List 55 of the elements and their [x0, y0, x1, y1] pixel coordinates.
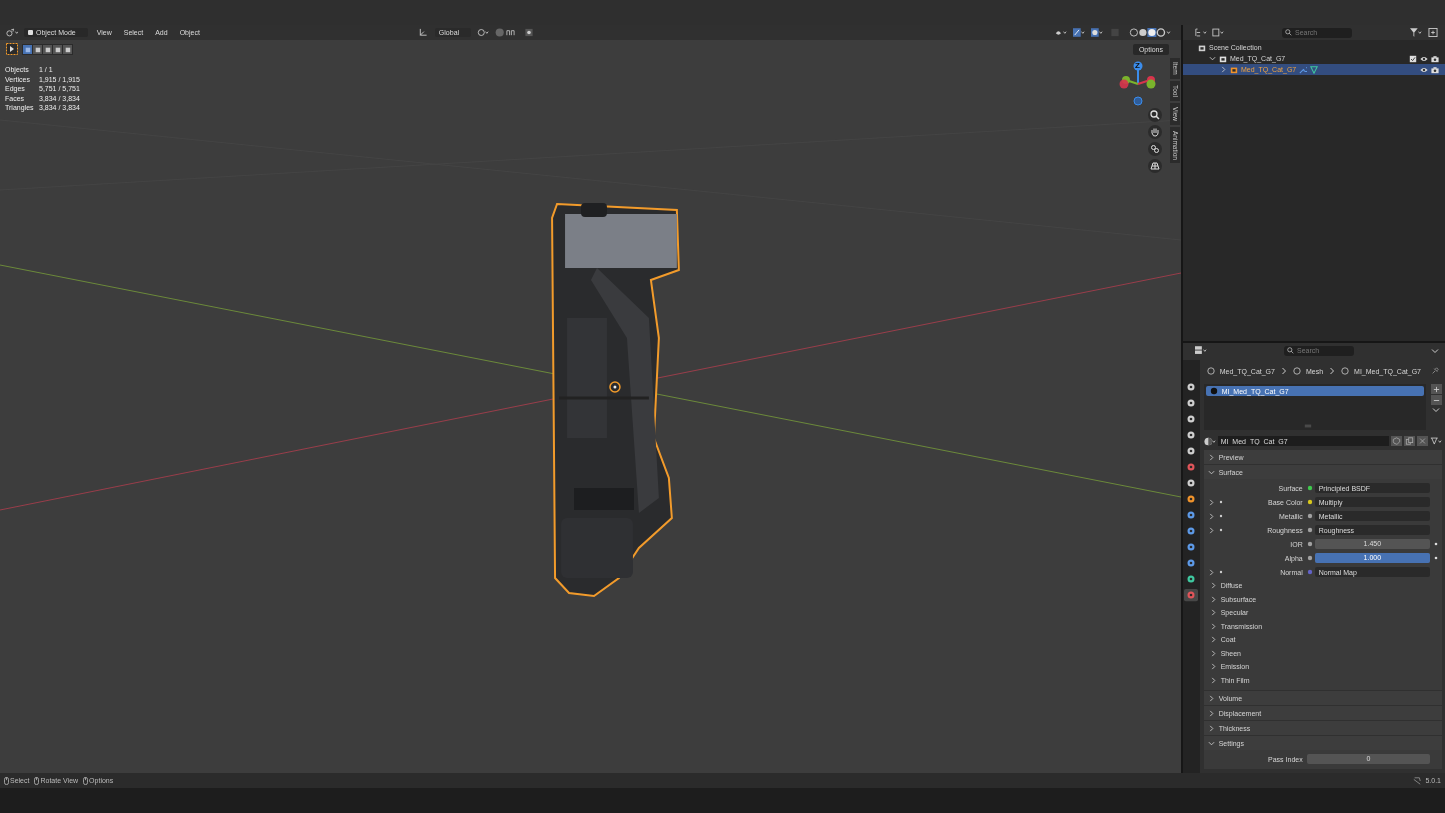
node-link-icon[interactable] — [1430, 436, 1442, 446]
axis-gizmo-drawing[interactable] — [1118, 60, 1158, 108]
filter-view-icon[interactable] — [1212, 28, 1224, 37]
object-origin-icon — [609, 381, 621, 393]
checkbox-icon[interactable] — [1409, 54, 1417, 63]
zoom-icon[interactable] — [1148, 108, 1162, 122]
data-block-icon — [1341, 367, 1350, 375]
grid-icon[interactable] — [1148, 159, 1162, 173]
pivot-icon[interactable] — [477, 28, 490, 37]
data-block-icon — [1292, 367, 1301, 375]
editor-type-icon[interactable] — [1195, 346, 1207, 355]
data-block-icon — [1206, 367, 1215, 375]
pin-icon[interactable] — [1431, 367, 1439, 375]
new-collection-icon[interactable] — [1427, 28, 1439, 37]
dropdown-caret-icon[interactable] — [1431, 346, 1439, 355]
mouse-icon — [83, 776, 89, 785]
eye-icon[interactable] — [1420, 54, 1428, 63]
collection-icon — [1230, 65, 1238, 74]
proportional-edit-icon[interactable] — [523, 28, 536, 37]
collection-icon — [1219, 54, 1227, 63]
selection-mode-icon[interactable] — [43, 44, 52, 54]
hand-icon[interactable] — [1148, 125, 1162, 139]
material-browse-icon[interactable] — [1203, 436, 1216, 446]
duplicate-icon[interactable] — [1404, 436, 1415, 446]
properties-tab-icon[interactable] — [1184, 588, 1199, 602]
mouse-icon — [34, 776, 40, 785]
editor-type-icon[interactable] — [6, 28, 18, 37]
chevron-right-icon — [1328, 367, 1337, 375]
select-tool-icon[interactable] — [6, 43, 18, 55]
overlays-icon[interactable] — [1091, 28, 1103, 37]
keyframe-dot-icon[interactable] — [1434, 556, 1438, 560]
eye-icon[interactable] — [1420, 65, 1428, 74]
snap-icon[interactable] — [495, 28, 518, 37]
mouse-icon — [4, 776, 9, 785]
display-mode-icon[interactable] — [1195, 28, 1207, 37]
dropdown-caret-icon[interactable] — [1432, 406, 1440, 414]
axis-label: Z — [1135, 61, 1140, 70]
remove-slot-button[interactable] — [1430, 395, 1442, 405]
chevron-right-icon — [1279, 367, 1288, 375]
filter-icon[interactable] — [1410, 28, 1422, 37]
collection-icon — [1198, 43, 1206, 52]
selection-mode-icon[interactable] — [53, 44, 62, 54]
gizmo-toggle-icon[interactable] — [1073, 28, 1085, 37]
search-icon — [1287, 347, 1294, 354]
selection-mode-icon[interactable] — [33, 44, 42, 54]
search-icon — [1285, 29, 1292, 36]
visibility-icon[interactable] — [1055, 28, 1067, 37]
add-slot-button[interactable] — [1430, 384, 1442, 394]
mesh-data-icon[interactable] — [1310, 65, 1319, 74]
selection-mode-icon[interactable] — [23, 44, 32, 54]
plus-icon — [1432, 385, 1440, 393]
keyframe-dot-icon[interactable] — [1434, 542, 1438, 546]
material-sphere-icon — [1209, 387, 1218, 395]
selection-mode-icon[interactable] — [63, 44, 72, 54]
resize-handle-icon[interactable] — [1303, 424, 1312, 428]
